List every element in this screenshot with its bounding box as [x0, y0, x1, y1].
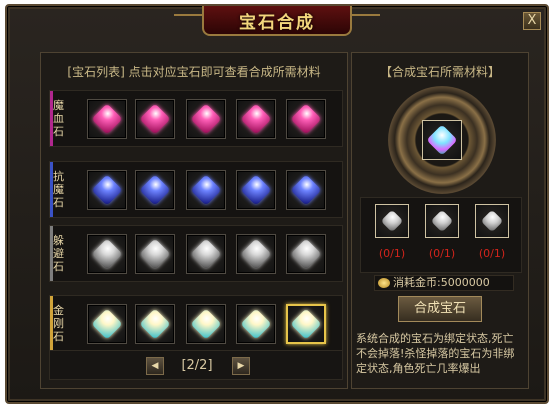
- gem-slot[interactable]: [186, 170, 226, 210]
- anti-magic-stone-gem-icon: [91, 174, 123, 206]
- gem-slot[interactable]: [286, 170, 326, 210]
- gem-slot[interactable]: [186, 99, 226, 139]
- gold-coin-icon: [378, 278, 390, 288]
- silver-gem-icon: [480, 209, 504, 233]
- gem-row-label-char: 魔: [53, 183, 64, 196]
- silver-gem-icon: [380, 209, 404, 233]
- gem-row: 金刚石: [49, 295, 343, 352]
- diamond-stone-gem-icon: [426, 124, 458, 156]
- gem-slot[interactable]: [236, 304, 276, 344]
- compose-gem-button[interactable]: 合成宝石: [398, 296, 482, 322]
- gem-row-label-char: 血: [53, 112, 64, 125]
- material-slot[interactable]: [425, 204, 459, 238]
- anti-magic-stone-gem-icon: [290, 174, 322, 206]
- materials-header: 【合成宝石所需材料】: [379, 65, 500, 79]
- gem-slot[interactable]: [87, 99, 127, 139]
- diamond-stone-gem-icon: [240, 308, 272, 340]
- gem-list-panel: [宝石列表] 点击对应宝石即可查看合成所需材料 魔血石抗魔石躲避石金刚石 ◀ […: [40, 52, 348, 389]
- gem-row-label-char: 石: [53, 260, 64, 273]
- gem-slot[interactable]: [135, 99, 175, 139]
- gem-slot[interactable]: [135, 304, 175, 344]
- binding-note: 系统合成的宝石为绑定状态,死亡不会掉落!杀怪掉落的宝石为非绑定状态,角色死亡几率…: [356, 332, 515, 375]
- cost-text: 消耗金币:5000000: [393, 276, 490, 289]
- gem-slot[interactable]: [135, 170, 175, 210]
- gem-row-label-char: 石: [53, 196, 64, 209]
- gem-row-label: 躲避石: [50, 226, 64, 281]
- gem-row-label-char: 躲: [53, 234, 64, 247]
- silver-gem-icon: [430, 209, 454, 233]
- evasion-stone-gem-icon: [91, 238, 123, 270]
- gem-slot[interactable]: [186, 304, 226, 344]
- gem-slot[interactable]: [87, 170, 127, 210]
- blood-stone-gem-icon: [91, 103, 123, 135]
- evasion-stone-gem-icon: [240, 238, 272, 270]
- gem-row: 抗魔石: [49, 161, 343, 218]
- gem-list-header: [宝石列表] 点击对应宝石即可查看合成所需材料: [67, 65, 321, 79]
- gem-slot[interactable]: [87, 234, 127, 274]
- gem-slot[interactable]: [135, 234, 175, 274]
- anti-magic-stone-gem-icon: [240, 174, 272, 206]
- gem-row-label: 魔血石: [50, 91, 64, 146]
- gem-row-label-char: 避: [53, 247, 64, 260]
- gem-slot[interactable]: [236, 234, 276, 274]
- evasion-stone-gem-icon: [290, 238, 322, 270]
- diamond-stone-gem-icon: [91, 308, 123, 340]
- arrow-left-icon[interactable]: ◀: [146, 357, 164, 375]
- material-count: (0/1): [378, 247, 406, 260]
- cost-label: 消耗金币:5000000: [374, 275, 514, 291]
- diamond-stone-gem-icon: [139, 308, 171, 340]
- materials-panel: 【合成宝石所需材料】 (0/1) (0/1) (0/1) 消耗金币:5000000 …: [351, 52, 529, 389]
- blood-stone-gem-icon: [240, 103, 272, 135]
- material-slot[interactable]: [375, 204, 409, 238]
- material-count: (0/1): [428, 247, 456, 260]
- gem-slot[interactable]: [286, 99, 326, 139]
- gem-row-label-char: 刚: [53, 317, 64, 330]
- blood-stone-gem-icon: [290, 103, 322, 135]
- material-slot[interactable]: [475, 204, 509, 238]
- gem-synthesis-window: 宝石合成 X [宝石列表] 点击对应宝石即可查看合成所需材料 魔血石抗魔石躲避石…: [5, 4, 549, 404]
- result-gem-slot[interactable]: [422, 120, 462, 160]
- gem-row: 躲避石: [49, 225, 343, 282]
- blood-stone-gem-icon: [190, 103, 222, 135]
- gem-slot[interactable]: [236, 99, 276, 139]
- material-count: (0/1): [478, 247, 506, 260]
- arrow-right-icon[interactable]: ▶: [232, 357, 250, 375]
- gem-slot[interactable]: [186, 234, 226, 274]
- materials-box: (0/1) (0/1) (0/1): [360, 197, 522, 273]
- anti-magic-stone-gem-icon: [139, 174, 171, 206]
- pager: ◀ [2/2] ▶: [49, 350, 343, 380]
- gem-row-label: 金刚石: [50, 296, 64, 351]
- gem-row-label-char: 金: [53, 304, 64, 317]
- gem-row-label-char: 抗: [53, 170, 64, 183]
- anti-magic-stone-gem-icon: [190, 174, 222, 206]
- diamond-stone-gem-icon: [290, 308, 322, 340]
- gem-row-label-char: 石: [53, 330, 64, 343]
- window-title: 宝石合成: [239, 12, 315, 33]
- evasion-stone-gem-icon: [190, 238, 222, 270]
- evasion-stone-gem-icon: [139, 238, 171, 270]
- gem-row-label: 抗魔石: [50, 162, 64, 217]
- diamond-stone-gem-icon: [190, 308, 222, 340]
- gem-row: 魔血石: [49, 90, 343, 147]
- gem-row-label-char: 石: [53, 125, 64, 138]
- gem-slot[interactable]: [87, 304, 127, 344]
- close-button[interactable]: X: [523, 12, 541, 30]
- gem-slot[interactable]: [286, 304, 326, 344]
- title-plate: 宝石合成: [174, 6, 380, 36]
- gem-row-label-char: 魔: [53, 99, 64, 112]
- gem-slot[interactable]: [236, 170, 276, 210]
- gem-slot[interactable]: [286, 234, 326, 274]
- page-indicator: [2/2]: [181, 358, 213, 373]
- blood-stone-gem-icon: [139, 103, 171, 135]
